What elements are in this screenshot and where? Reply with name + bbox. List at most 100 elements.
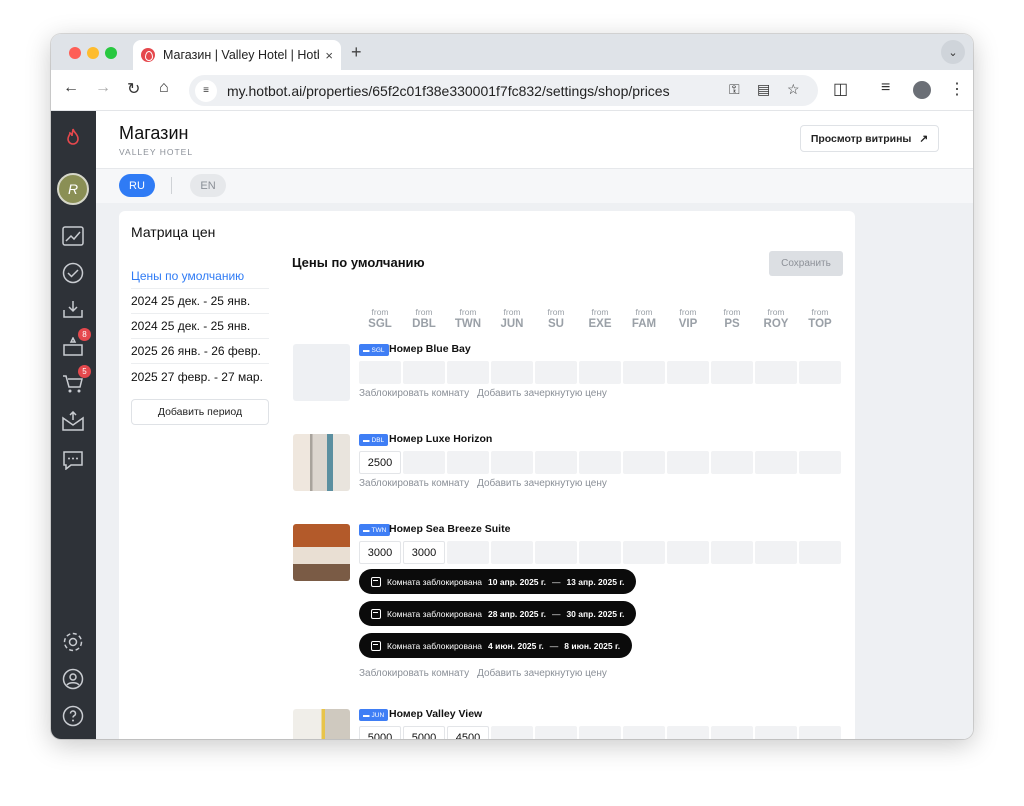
analytics-icon[interactable] [61,224,85,248]
new-tab-icon[interactable]: + [351,42,362,63]
period-item[interactable]: 2025 26 янв. - 26 февр. [131,339,269,364]
price-input-ps[interactable] [711,726,753,739]
price-input-jun[interactable] [491,361,533,384]
reload-icon[interactable]: ↻ [127,79,140,99]
minimize-window-button[interactable] [87,47,99,59]
close-tab-icon[interactable]: × [325,48,333,63]
price-input-fam[interactable] [623,451,665,474]
price-input-top[interactable] [799,726,841,739]
cart-icon[interactable]: 5 [61,365,91,396]
add-strike-price-link[interactable]: Добавить зачеркнутую цену [477,668,607,679]
price-input-su[interactable] [535,541,577,564]
price-input-ps[interactable] [711,451,753,474]
price-input-exe[interactable] [579,726,621,739]
price-input-fam[interactable] [623,726,665,739]
price-input-vip[interactable] [667,451,709,474]
price-input-sgl[interactable]: 2500 [359,451,401,474]
blocked-period-pill[interactable]: Комната заблокирована 28 апр. 2025 г. — 30 … [359,601,637,626]
chat-icon[interactable] [61,448,85,472]
price-input-jun[interactable] [491,451,533,474]
tasks-check-icon[interactable] [61,261,85,285]
translate-icon[interactable]: ▤ [757,81,770,98]
price-input-ps[interactable] [711,361,753,384]
add-strike-price-link[interactable]: Добавить зачеркнутую цену [477,478,607,489]
url-text[interactable]: my.hotbot.ai/properties/65f2c01f38e33000… [227,83,670,99]
price-input-twn[interactable] [447,451,489,474]
price-input-jun[interactable] [491,726,533,739]
hotbot-logo-icon[interactable] [61,125,85,149]
profile-icon[interactable] [61,667,85,691]
price-input-exe[interactable] [579,451,621,474]
price-input-vip[interactable] [667,361,709,384]
inbox-download-icon[interactable] [61,297,85,321]
price-input-twn[interactable] [447,541,489,564]
price-input-roy[interactable] [755,361,797,384]
price-input-roy[interactable] [755,726,797,739]
maximize-window-button[interactable] [105,47,117,59]
block-room-link[interactable]: Заблокировать комнату [359,388,469,399]
tab-search-chevron-icon[interactable]: ⌄ [941,40,965,64]
price-input-jun[interactable] [491,541,533,564]
price-input-twn[interactable] [447,361,489,384]
home-icon[interactable]: ⌂ [159,79,169,97]
price-input-vip[interactable] [667,541,709,564]
price-input-sgl[interactable]: 5000 [359,726,401,739]
add-period-button[interactable]: Добавить период [131,399,269,425]
price-input-su[interactable] [535,451,577,474]
help-icon[interactable] [61,704,85,728]
room-photo[interactable] [293,524,350,581]
extensions-icon[interactable]: ◫ [833,79,848,99]
profile-avatar[interactable] [913,81,931,99]
price-input-fam[interactable] [623,361,665,384]
price-input-dbl[interactable] [403,451,445,474]
room-photo[interactable] [293,434,350,491]
price-input-vip[interactable] [667,726,709,739]
site-settings-icon[interactable]: ≡ [195,79,217,102]
price-input-top[interactable] [799,451,841,474]
room-photo[interactable] [293,344,350,401]
price-input-su[interactable] [535,361,577,384]
period-item[interactable]: 2024 25 дек. - 25 янв. [131,289,269,314]
price-input-twn[interactable]: 4500 [447,726,489,739]
price-input-ps[interactable] [711,541,753,564]
price-input-roy[interactable] [755,451,797,474]
price-input-dbl[interactable]: 3000 [403,541,445,564]
view-storefront-button[interactable]: Просмотр витрины ↗ [800,125,939,152]
reviews-icon[interactable]: 8 [61,328,91,359]
period-item[interactable]: 2025 27 февр. - 27 мар. [131,364,269,389]
save-button[interactable]: Сохранить [769,251,843,276]
price-input-top[interactable] [799,541,841,564]
price-input-dbl[interactable]: 5000 [403,726,445,739]
period-item[interactable]: 2024 25 дек. - 25 янв. [131,314,269,339]
blocked-period-pill[interactable]: Комната заблокирована 10 апр. 2025 г. — 13 … [359,569,637,594]
price-input-exe[interactable] [579,541,621,564]
settings-gear-icon[interactable] [61,630,85,654]
reading-list-icon[interactable]: ≡ [881,79,890,97]
password-key-icon[interactable]: ⚿ [729,81,740,98]
bookmark-star-icon[interactable]: ☆ [787,81,800,98]
price-input-exe[interactable] [579,361,621,384]
price-input-dbl[interactable] [403,361,445,384]
block-room-link[interactable]: Заблокировать комнату [359,668,469,679]
address-bar[interactable]: ≡ my.hotbot.ai/properties/65f2c01f38e330… [189,75,818,106]
price-input-su[interactable] [535,726,577,739]
block-room-link[interactable]: Заблокировать комнату [359,478,469,489]
blocked-period-pill[interactable]: Комната заблокирована 4 июн. 2025 г. — 8 ию… [359,633,633,658]
browser-menu-icon[interactable]: ⋮ [949,79,965,99]
price-input-roy[interactable] [755,541,797,564]
close-window-button[interactable] [69,47,81,59]
price-input-fam[interactable] [623,541,665,564]
room-photo[interactable] [293,709,350,739]
lang-en-button[interactable]: EN [190,174,226,197]
price-input-top[interactable] [799,361,841,384]
user-avatar[interactable]: R [57,173,89,205]
lang-ru-button[interactable]: RU [119,174,155,197]
back-icon[interactable]: ← [63,79,79,97]
browser-tab[interactable]: Магазин | Valley Hotel | Hotbot × [133,40,341,70]
forward-icon[interactable]: → [95,79,111,97]
mail-upload-icon[interactable] [61,409,85,433]
price-input-sgl[interactable] [359,361,401,384]
price-input-sgl[interactable]: 3000 [359,541,401,564]
period-item-default[interactable]: Цены по умолчанию [131,264,269,289]
add-strike-price-link[interactable]: Добавить зачеркнутую цену [477,388,607,399]
